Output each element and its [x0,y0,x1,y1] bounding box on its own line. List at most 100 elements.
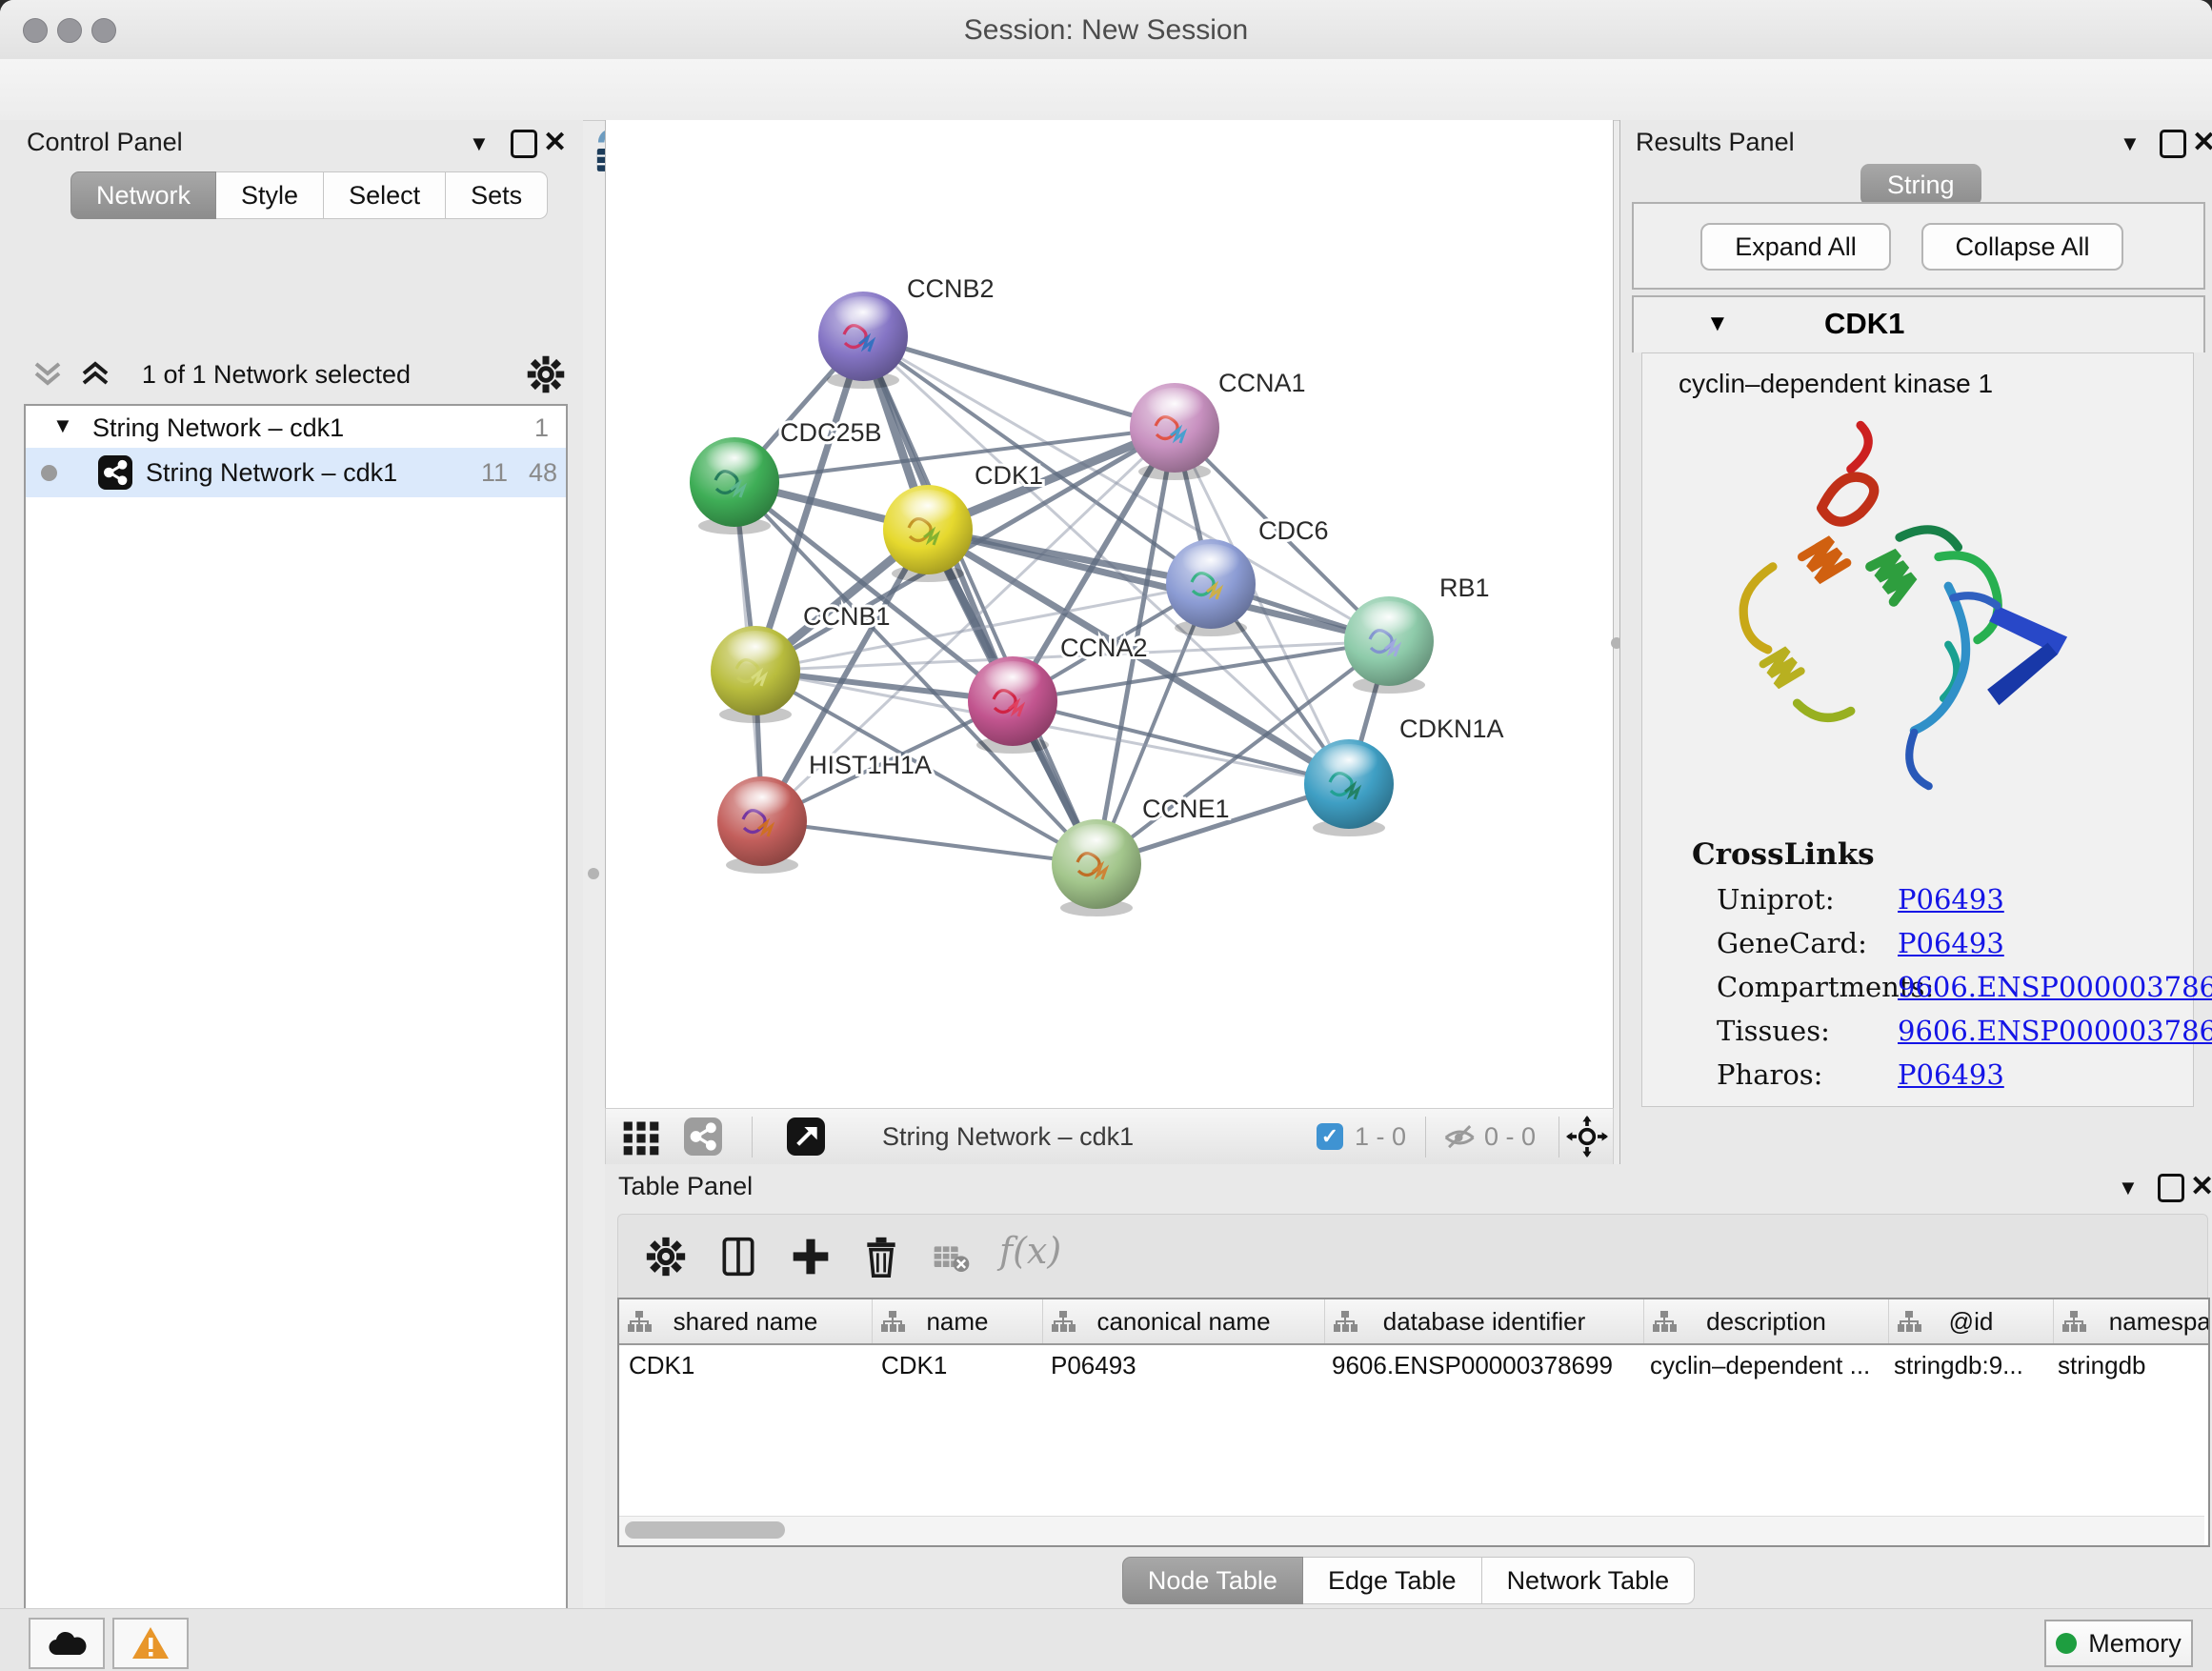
network-node-ccnb2[interactable]: CCNB2 [818,274,995,389]
expand-all-icon[interactable] [78,356,112,393]
results-panel-menu-icon[interactable]: ▼ [2120,131,2141,156]
title-bar: Session: New Session [0,0,2212,60]
cell-canonical-name[interactable]: P06493 [1041,1345,1322,1385]
collection-label: String Network – cdk1 [92,413,344,443]
results-panel-close-icon[interactable]: ✕ [2192,126,2212,159]
network-node-rb1[interactable]: RB1 [1344,574,1490,694]
network-node-ccne1[interactable]: CCNE1 [1052,795,1230,916]
crosslink-tissues-link[interactable]: 9606.ENSP00000378699 [1898,1015,2212,1047]
node-label-ccnb2: CCNB2 [907,274,995,303]
table-panel-close-icon[interactable]: ✕ [2190,1170,2212,1203]
hidden-items-icon [1440,1121,1480,1154]
fit-content-crosshair-icon[interactable] [1566,1116,1608,1158]
grid-view-icon[interactable] [619,1117,663,1158]
column-header[interactable]: canonical name [1043,1299,1325,1343]
tab-network-table[interactable]: Network Table [1482,1557,1696,1604]
result-entry-header[interactable]: ▼ CDK1 [1632,295,2205,352]
table-panel-float-icon[interactable] [2158,1174,2184,1202]
table-row[interactable]: CDK1 CDK1 P06493 9606.ENSP00000378699 cy… [619,1345,2210,1385]
control-panel-title: Control Panel [27,128,183,157]
node-label-hist1h1a: HIST1H1A [809,751,932,779]
crosslink-label: Uniprot: [1717,883,1835,916]
control-panel-menu-icon[interactable]: ▼ [469,131,490,156]
tab-sets[interactable]: Sets [446,171,548,219]
network-tree: ▼ String Network – cdk1 1 String Network… [24,404,568,1671]
share-view-icon[interactable] [684,1117,722,1156]
node-label-cdk1: CDK1 [975,461,1043,490]
control-panel-tabs: Network Style Select Sets [70,171,548,219]
hidden-counts: 0 - 0 [1484,1122,1536,1152]
column-header[interactable]: database identifier [1325,1299,1644,1343]
cell-database-identifier[interactable]: 9606.ENSP00000378699 [1322,1345,1640,1385]
function-builder-icon: f(x) [999,1230,1061,1272]
tab-edge-table[interactable]: Edge Table [1303,1557,1482,1604]
results-panel-title: Results Panel [1636,128,1795,157]
warnings-button[interactable] [112,1618,189,1669]
crosslink-compartments-link[interactable]: 9606.ENSP00000378699 [1898,971,2212,1003]
column-header[interactable]: name [873,1299,1043,1343]
cell-namespace[interactable]: stringdb [2048,1345,2210,1385]
network-node-hist1h1a[interactable]: HIST1H1A [717,751,932,874]
column-header[interactable]: @id [1889,1299,2054,1343]
gear-icon[interactable] [526,354,566,394]
open-in-new-window-icon[interactable] [787,1117,825,1156]
entry-gene-name: CDK1 [1824,307,1904,341]
memory-button[interactable]: Memory [2044,1620,2193,1667]
table-tabs: Node Table Edge Table Network Table [605,1557,2212,1606]
crosslink-label: Tissues: [1717,1015,1830,1047]
expand-all-button[interactable]: Expand All [1700,223,1891,271]
scrollbar-thumb[interactable] [625,1521,785,1539]
network-graph[interactable]: CCNB2CCNA1CDC25BCDK1CDC6RB1CCNB1CCNA2CDK… [606,120,1613,1108]
cell-shared-name[interactable]: CDK1 [619,1345,872,1385]
node-label-cdkn1a: CDKN1A [1399,715,1504,743]
column-header[interactable]: namespace [2054,1299,2210,1343]
table-panel-menu-icon[interactable]: ▼ [2118,1176,2139,1200]
delete-column-trash-icon[interactable] [860,1236,902,1278]
network-row-selected[interactable]: String Network – cdk1 11 48 [26,448,566,497]
network-node-count: 11 [481,458,508,488]
control-panel-close-icon[interactable]: ✕ [543,126,567,159]
selected-nodes-checkbox[interactable]: ✓ [1317,1123,1343,1150]
status-bar: Memory [0,1608,2212,1671]
column-header[interactable]: shared name [619,1299,873,1343]
column-header[interactable]: description [1644,1299,1889,1343]
tab-select[interactable]: Select [324,171,446,219]
collapse-all-icon[interactable] [30,356,65,393]
node-table: shared name name canonical name database… [617,1298,2210,1547]
selected-counts: 1 - 0 [1355,1122,1406,1152]
memory-label: Memory [2088,1629,2182,1659]
cell-description[interactable]: cyclin–dependent ... [1640,1345,1884,1385]
cell-id[interactable]: stringdb:9... [1884,1345,2048,1385]
crosslink-uniprot-link[interactable]: P06493 [1898,883,2004,916]
tab-style[interactable]: Style [216,171,324,219]
left-splitter-handle[interactable] [588,868,599,879]
node-label-cdc25b: CDC25B [780,418,882,447]
network-node-cdkn1a[interactable]: CDKN1A [1304,715,1504,836]
control-panel-float-icon[interactable] [511,130,537,158]
network-view-toolbar: String Network – cdk1 ✓ 1 - 0 0 - 0 [605,1108,1614,1166]
table-toolbar: f(x) [617,1214,2208,1299]
memory-status-dot [2056,1633,2077,1654]
network-node-ccna1[interactable]: CCNA1 [1130,369,1306,480]
show-columns-icon[interactable] [717,1236,759,1278]
tab-network[interactable]: Network [70,171,216,219]
add-column-icon[interactable] [790,1236,832,1278]
crosslink-genecard-link[interactable]: P06493 [1898,927,2004,959]
node-label-ccna1: CCNA1 [1218,369,1306,397]
entry-collapse-icon[interactable]: ▼ [1706,311,1729,337]
crosslink-pharos-link[interactable]: P06493 [1898,1058,2004,1091]
table-gear-icon[interactable] [645,1236,687,1278]
network-view-canvas[interactable]: CCNB2CCNA1CDC25BCDK1CDC6RB1CCNB1CCNA2CDK… [605,120,1614,1108]
collapse-all-button[interactable]: Collapse All [1921,223,2123,271]
collection-expand-icon[interactable]: ▼ [52,413,73,438]
results-panel-float-icon[interactable] [2160,130,2186,158]
network-collection-row[interactable]: ▼ String Network – cdk1 1 [26,410,566,452]
tab-string[interactable]: String [1860,164,1981,206]
tab-node-table[interactable]: Node Table [1122,1557,1303,1604]
cell-name[interactable]: CDK1 [872,1345,1041,1385]
horizontal-scrollbar[interactable] [619,1516,2204,1545]
delete-table-icon [933,1241,971,1274]
cloud-button[interactable] [29,1618,105,1669]
warning-icon [131,1625,171,1661]
application-window: Session: New Session [0,0,2212,1671]
